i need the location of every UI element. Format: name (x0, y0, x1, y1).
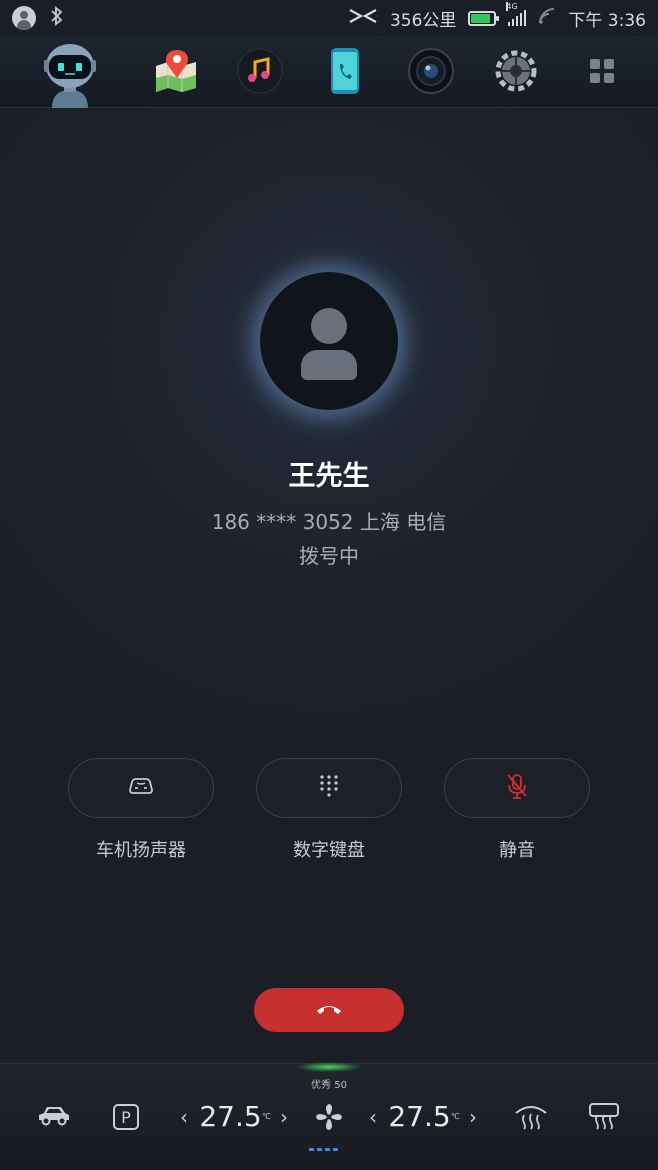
app-dock (0, 36, 658, 108)
user-icon[interactable] (12, 6, 36, 30)
maps-icon[interactable] (151, 46, 201, 96)
car-icon[interactable] (34, 1100, 74, 1130)
fan-level-bar (317, 1148, 322, 1151)
left-temp-display[interactable]: 27.5 ℃ (199, 1098, 271, 1134)
left-temp-up-arrow[interactable]: › (274, 1102, 294, 1132)
range-text: 356公里 (389, 10, 457, 31)
rear-defrost-icon[interactable] (586, 1100, 622, 1132)
right-temp-up-arrow[interactable]: › (463, 1102, 483, 1132)
status-bar: 356公里 4G 下午 3:36 (0, 0, 658, 36)
car-speaker-label: 车机扬声器 (96, 840, 186, 861)
hangup-icon (315, 1001, 343, 1020)
contact-avatar (260, 272, 398, 410)
fan-level-bar (333, 1148, 338, 1151)
left-temp-unit: ℃ (261, 1111, 271, 1121)
bluetooth-icon (50, 6, 64, 30)
fan-level-bar (325, 1148, 330, 1151)
mute-mic-icon (505, 772, 529, 804)
phone-app-icon[interactable] (320, 46, 370, 96)
call-screen: 王先生 186 **** 3052 上海 电信 拨号中 车机扬声器 数字键盘 静… (0, 108, 658, 1063)
left-temp-down-arrow[interactable]: ‹ (174, 1102, 194, 1132)
avatar-body (301, 350, 357, 380)
call-status: 拨号中 (299, 544, 359, 568)
keypad-button[interactable] (256, 758, 402, 818)
right-temp-down-arrow[interactable]: ‹ (363, 1102, 383, 1132)
wifi-icon (538, 7, 556, 30)
parking-icon[interactable]: P (111, 1102, 141, 1132)
fan-level-indicator (309, 1148, 338, 1151)
fan-level-bar (309, 1148, 314, 1151)
air-quality-glow (297, 1062, 361, 1072)
hangup-button[interactable] (254, 988, 404, 1032)
settings-icon[interactable] (491, 46, 541, 96)
climate-bar: 优秀 50 P ‹ 27.5 ℃ › ‹ 27.5 ℃ › (0, 1062, 658, 1170)
robot-assistant-icon[interactable] (38, 38, 102, 108)
mute-label: 静音 (499, 840, 535, 861)
air-quality-text: 优秀 50 (311, 1080, 347, 1091)
front-defrost-icon[interactable] (512, 1100, 550, 1132)
avatar-head (311, 308, 347, 344)
xpeng-logo-icon (348, 8, 378, 29)
battery-icon (468, 10, 500, 26)
music-icon[interactable] (235, 46, 285, 96)
phone-number-info: 186 **** 3052 上海 电信 (211, 510, 447, 534)
network-type: 4G (506, 2, 518, 11)
mute-button[interactable] (444, 758, 590, 818)
contact-name: 王先生 (288, 461, 370, 492)
signal-icon: 4G (506, 2, 527, 26)
car-speaker-icon (126, 775, 156, 801)
app-grid-icon[interactable] (577, 46, 627, 96)
keypad-icon (318, 773, 340, 803)
car-speaker-button[interactable] (68, 758, 214, 818)
right-temp-display[interactable]: 27.5 ℃ (388, 1098, 460, 1134)
camera-icon[interactable] (406, 46, 456, 96)
right-temp-unit: ℃ (450, 1111, 460, 1121)
svg-text:P: P (121, 1108, 131, 1127)
keypad-label: 数字键盘 (293, 840, 365, 861)
left-temp-value: 27.5 (199, 1099, 262, 1133)
clock: 下午 3:36 (568, 10, 646, 31)
fan-icon[interactable] (312, 1100, 346, 1134)
right-temp-value: 27.5 (388, 1099, 451, 1133)
